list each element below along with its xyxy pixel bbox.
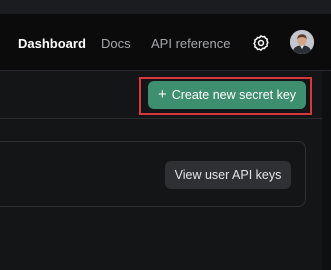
- nav-link-dashboard[interactable]: Dashboard: [18, 36, 86, 52]
- create-new-secret-key-button[interactable]: + Create new secret key: [148, 81, 306, 109]
- gear-icon: [253, 35, 269, 51]
- browser-chrome-edge: [0, 0, 331, 14]
- top-navbar: Dashboard Docs API reference: [0, 14, 331, 71]
- plus-icon: +: [157, 86, 167, 103]
- nav-link-docs[interactable]: Docs: [101, 36, 131, 52]
- scrollbar-track[interactable]: [322, 71, 331, 270]
- app-window: Dashboard Docs API reference + Create ne…: [0, 0, 331, 270]
- create-button-label: Create new secret key: [171, 88, 297, 102]
- view-user-api-keys-button[interactable]: View user API keys: [165, 161, 291, 189]
- user-avatar[interactable]: [290, 30, 314, 54]
- settings-button[interactable]: [251, 33, 271, 53]
- avatar-photo-icon: [290, 30, 314, 54]
- nav-link-api-reference[interactable]: API reference: [151, 36, 231, 52]
